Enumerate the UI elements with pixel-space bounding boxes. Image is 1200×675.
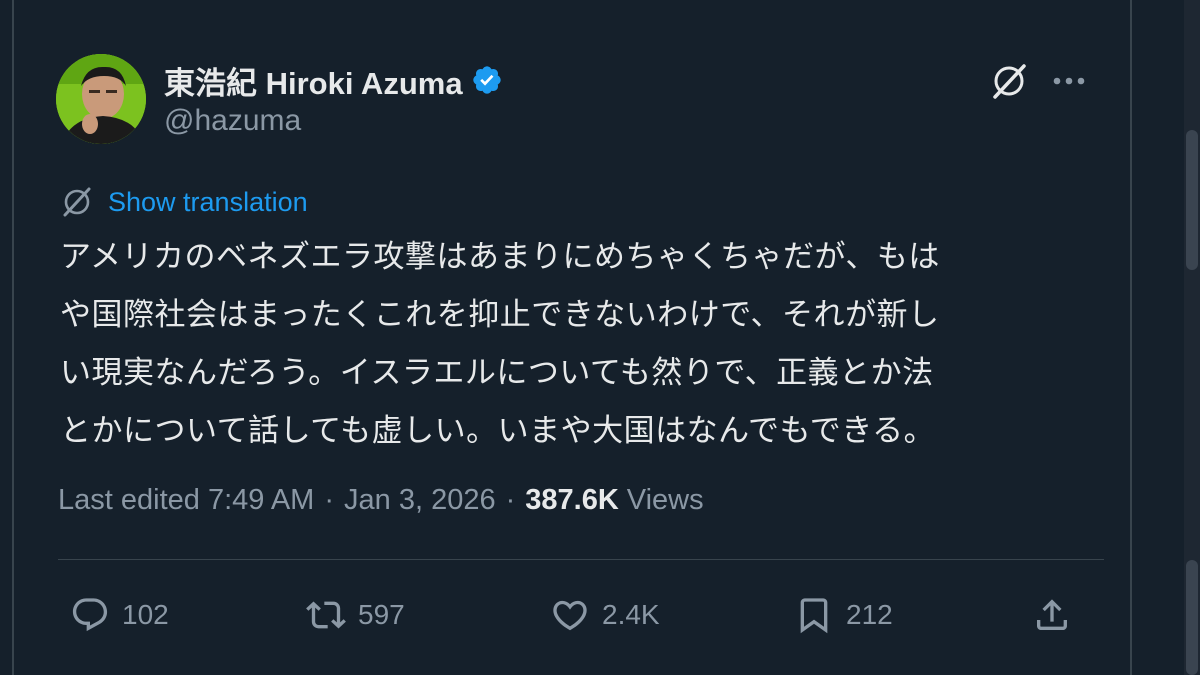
tweet-text: アメリカのベネズエラ攻撃はあまりにめちゃくちゃだが、もは や国際社会はまったくこ… [60,228,1100,460]
repost-icon [306,601,346,629]
author-display-name[interactable]: 東浩紀 Hiroki Azuma [164,58,463,103]
tweet-text-line: とかについて話しても虚しい。いまや大国はなんでもできる。 [60,413,936,448]
avatar[interactable] [56,54,146,144]
edited-timestamp[interactable]: Last edited 7:49 AM [58,484,314,517]
reply-count: 102 [122,599,169,630]
show-translation-link[interactable]: Show translation [108,187,308,218]
bookmark-count: 212 [846,599,893,630]
share-button[interactable] [1032,592,1072,638]
share-icon [1037,599,1067,630]
reply-button[interactable]: 102 [70,592,169,638]
meta-separator: · [324,483,335,516]
translation-grok-icon [63,187,91,217]
repost-button[interactable]: 597 [306,592,405,638]
repost-count: 597 [358,599,405,630]
scrollbar-thumb[interactable] [1186,130,1198,270]
tweet-meta: Last edited 7:49 AM · Jan 3, 2026 · 387.… [58,480,704,520]
like-button[interactable]: 2.4K [550,592,660,638]
views-label: Views [626,483,704,516]
tweet-card[interactable]: 東浩紀 Hiroki Azuma @hazuma Show translatio… [14,0,1130,675]
tweet-text-line: や国際社会はまったくこれを抑止できないわけで、それが新し [60,297,940,332]
heart-icon [553,600,587,631]
bookmark-button[interactable]: 212 [794,592,893,638]
verified-badge-icon[interactable] [471,64,503,96]
scrollbar-thumb-lower[interactable] [1186,560,1198,675]
more-dots-icon [1053,77,1085,85]
grok-slash-icon [993,64,1026,99]
avatar-image [56,54,146,144]
timeline-right-border [1130,0,1132,675]
meta-separator: · [505,483,516,516]
more-options-button[interactable] [1044,56,1094,106]
tweet-text-line: い現実なんだろう。イスラエルについても然りで、正義とか法 [60,355,934,390]
reply-icon [72,598,108,632]
tweet-text-line: アメリカのベネズエラ攻撃はあまりにめちゃくちゃだが、もは [60,239,940,274]
show-translation-row[interactable]: Show translation [60,182,308,222]
author-handle[interactable]: @hazuma [164,104,301,138]
author-name-row[interactable]: 東浩紀 Hiroki Azuma [164,58,503,103]
bookmark-icon [800,598,828,634]
views-count: 387.6K [525,483,619,516]
divider [58,559,1104,560]
page-frame: 東浩紀 Hiroki Azuma @hazuma Show translatio… [0,0,1200,675]
grok-button[interactable] [984,56,1034,106]
like-count: 2.4K [602,599,660,630]
tweet-date[interactable]: Jan 3, 2026 [344,484,496,517]
